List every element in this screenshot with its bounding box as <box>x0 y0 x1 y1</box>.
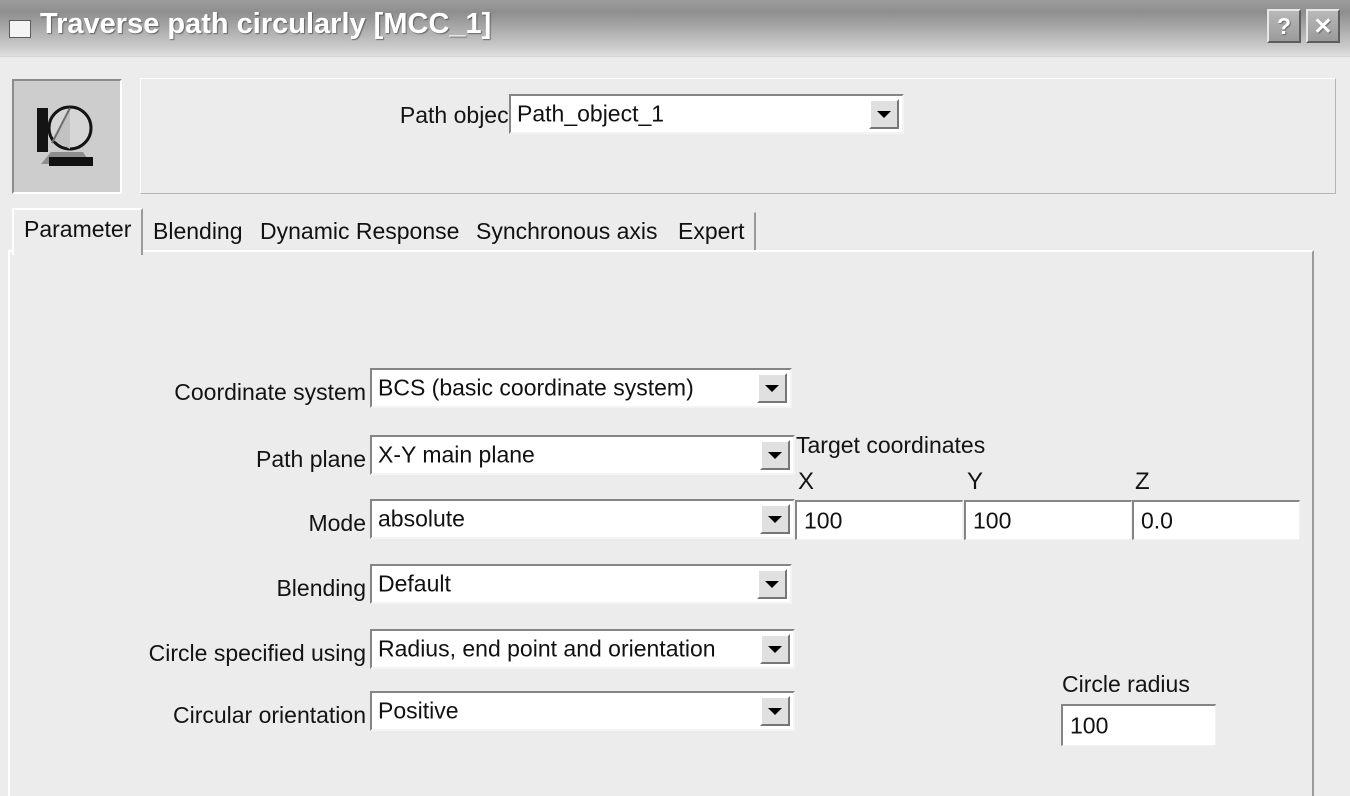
blending-value: Default <box>378 570 451 597</box>
circle-radius-label: Circle radius <box>1062 671 1190 697</box>
window-controls: ? ✕ <box>1267 9 1340 43</box>
blending-label: Blending <box>276 575 366 601</box>
circle-specified-using-value: Radius, end point and orientation <box>378 635 716 662</box>
circle-specified-using-combobox[interactable]: Radius, end point and orientation <box>370 629 795 669</box>
path-plane-value: X-Y main plane <box>378 441 535 468</box>
tab-synchronous-axis[interactable]: Synchronous axis <box>466 212 670 254</box>
coordinate-system-value: BCS (basic coordinate system) <box>378 374 694 401</box>
parameter-tab-panel: Coordinate system BCS (basic coordinate … <box>8 250 1314 796</box>
target-z-label: Z <box>1135 468 1150 495</box>
coordinate-system-combobox[interactable]: BCS (basic coordinate system) <box>370 368 792 408</box>
dialog-window: Traverse path circularly [MCC_1] ? ✕ Pat… <box>0 0 1350 796</box>
chevron-down-icon[interactable] <box>757 373 787 403</box>
tab-blending[interactable]: Blending <box>143 212 255 254</box>
path-circular-block-icon <box>37 105 93 166</box>
help-button[interactable]: ? <box>1267 9 1301 43</box>
target-z-value: 0.0 <box>1141 507 1173 533</box>
tab-expert[interactable]: Expert <box>668 212 757 254</box>
tab-parameter[interactable]: Parameter <box>12 208 144 255</box>
close-button[interactable]: ✕ <box>1306 9 1340 43</box>
mode-value: absolute <box>378 505 465 532</box>
target-x-input[interactable]: 100 <box>795 500 963 540</box>
circular-orientation-value: Positive <box>378 697 459 724</box>
coordinate-system-label: Coordinate system <box>174 379 366 405</box>
path-plane-combobox[interactable]: X-Y main plane <box>370 435 795 475</box>
target-y-label: Y <box>967 468 984 495</box>
target-coordinates-label: Target coordinates <box>796 432 986 458</box>
chevron-down-icon[interactable] <box>760 696 790 726</box>
target-y-input[interactable]: 100 <box>964 500 1132 540</box>
chevron-down-icon[interactable] <box>757 569 787 599</box>
path-plane-label: Path plane <box>256 446 366 472</box>
circular-orientation-combobox[interactable]: Positive <box>370 691 795 731</box>
chevron-down-icon[interactable] <box>760 440 790 470</box>
window-title: Traverse path circularly [MCC_1] <box>40 8 492 40</box>
path-object-value: Path_object_1 <box>517 100 665 127</box>
tab-dynamic-response[interactable]: Dynamic Response <box>250 212 472 254</box>
target-x-value: 100 <box>804 507 843 533</box>
window-icon <box>9 20 31 38</box>
target-y-value: 100 <box>973 507 1012 533</box>
mode-label: Mode <box>308 510 366 536</box>
chevron-down-icon[interactable] <box>760 634 790 664</box>
header-area: Path object Path_object_1 <box>0 57 1350 205</box>
circle-radius-value: 100 <box>1070 712 1109 738</box>
target-z-input[interactable]: 0.0 <box>1132 500 1300 540</box>
circle-radius-input[interactable]: 100 <box>1061 704 1216 746</box>
chevron-down-icon[interactable] <box>760 504 790 534</box>
mode-combobox[interactable]: absolute <box>370 499 795 539</box>
chevron-down-icon[interactable] <box>869 99 899 129</box>
circular-orientation-label: Circular orientation <box>172 702 366 728</box>
tab-strip: Parameter Blending Dynamic Response Sync… <box>0 205 1350 255</box>
circle-specified-using-label: Circle specified using <box>148 640 366 666</box>
block-icon-frame <box>12 79 122 194</box>
path-object-combobox[interactable]: Path_object_1 <box>509 94 904 134</box>
blending-combobox[interactable]: Default <box>370 564 792 604</box>
title-bar: Traverse path circularly [MCC_1] ? ✕ <box>0 0 1350 57</box>
target-x-label: X <box>798 468 815 495</box>
path-object-label: Path object <box>399 102 515 128</box>
